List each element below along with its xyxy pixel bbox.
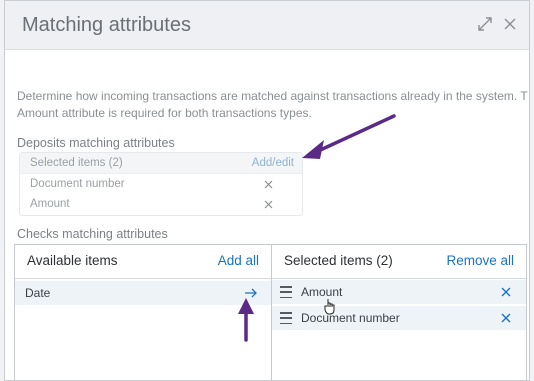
dialog-description: Determine how incoming transactions are … xyxy=(17,88,529,122)
selected-items-title: Selected items (2) xyxy=(284,253,393,268)
selected-items-header: Selected items (2) Remove all xyxy=(272,245,526,279)
matching-attributes-dialog: Matching attributes Determine how incomi… xyxy=(4,0,530,381)
remove-x-icon[interactable] xyxy=(498,284,514,300)
remove-all-button[interactable]: Remove all xyxy=(446,253,514,268)
drag-handle-icon[interactable] xyxy=(280,286,292,298)
selected-item-label: Document number xyxy=(301,311,400,325)
deposits-selected-box: Selected items (2) Add/edit Document num… xyxy=(19,152,303,216)
add-edit-link[interactable]: Add/edit xyxy=(252,157,294,169)
dialog-header: Matching attributes xyxy=(5,1,529,50)
description-line-2: Amount attribute is required for both tr… xyxy=(17,106,312,120)
add-all-button[interactable]: Add all xyxy=(218,253,259,268)
deposits-item-label: Amount xyxy=(30,198,70,210)
remove-x-icon[interactable] xyxy=(262,178,274,190)
deposits-selected-count: Selected items (2) xyxy=(30,157,123,169)
list-item: Amount xyxy=(20,195,302,215)
available-items-header: Available items Add all xyxy=(15,245,271,279)
available-items-title: Available items xyxy=(27,253,118,268)
remove-x-icon[interactable] xyxy=(498,310,514,326)
list-item-date[interactable]: Date xyxy=(15,281,271,305)
remove-x-icon[interactable] xyxy=(262,198,274,210)
description-line-1: Determine how incoming transactions are … xyxy=(17,89,528,103)
list-item-document-number[interactable]: Document number xyxy=(272,306,526,330)
close-icon[interactable] xyxy=(501,15,519,33)
checks-section-label: Checks matching attributes xyxy=(17,227,168,241)
deposits-selected-header: Selected items (2) Add/edit xyxy=(20,153,302,174)
deposits-section-label: Deposits matching attributes xyxy=(17,136,175,150)
deposits-item-label: Document number xyxy=(30,178,125,190)
move-right-arrow-icon[interactable] xyxy=(243,285,259,301)
dialog-title: Matching attributes xyxy=(22,14,191,36)
drag-handle-icon[interactable] xyxy=(280,312,292,324)
available-items-panel: Available items Add all Date xyxy=(14,244,272,380)
selected-items-panel: Selected items (2) Remove all Amount Doc… xyxy=(271,244,527,380)
available-item-label: Date xyxy=(25,286,51,300)
selected-item-label: Amount xyxy=(301,285,343,299)
list-item-amount[interactable]: Amount xyxy=(272,280,526,304)
list-item: Document number xyxy=(20,175,302,195)
expand-icon[interactable] xyxy=(476,15,494,33)
